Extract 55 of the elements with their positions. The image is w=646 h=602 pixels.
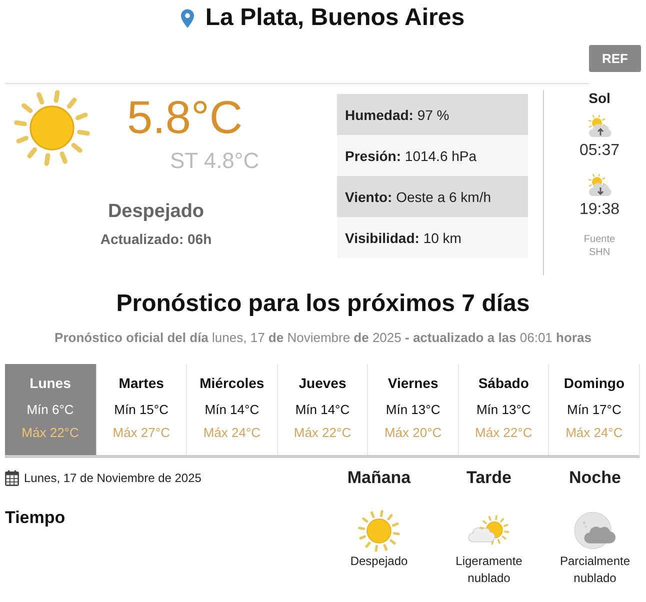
temperature: 5.8°C (127, 94, 244, 140)
sun-icon (14, 90, 90, 166)
ref-button[interactable]: REF (589, 45, 641, 72)
period-heading: Tarde (466, 467, 512, 489)
sunrise-time: 05:37 (579, 141, 620, 161)
sunset-time: 19:38 (579, 200, 620, 220)
day-name: Miércoles (200, 374, 264, 393)
row-label: Tiempo (4, 507, 66, 529)
day-tab[interactable]: Jueves Mín 14°C Máx 22°C (276, 364, 368, 455)
period-heading: Mañana (347, 467, 411, 489)
max-temperature: Máx 24°C (566, 424, 623, 442)
day-name: Jueves (298, 374, 346, 393)
sunset-icon (588, 174, 612, 198)
max-temperature: Máx 27°C (112, 424, 170, 442)
updated-text: Actualizado: 06h (100, 230, 212, 249)
date-text: Lunes, 17 de Noviembre de 2025 (24, 471, 202, 485)
max-temperature: Máx 22°C (22, 424, 79, 442)
day-tab[interactable]: Lunes Mín 6°C Máx 22°C (5, 364, 96, 455)
forecast-title: Pronóstico para los próximos 7 días (115, 289, 531, 319)
condition-text: Despejado (108, 200, 204, 224)
detail-text: Viento: Oeste a 6 km/h (345, 188, 492, 204)
day-name: Viernes (388, 374, 438, 393)
day-name: Sábado (478, 374, 529, 393)
location-title: La Plata, Buenos Aires (205, 3, 465, 33)
period-heading: Noche (569, 467, 621, 489)
sunrise-icon (588, 115, 612, 139)
max-temperature: Máx 22°C (294, 424, 352, 442)
detail-text: Visibilidad: 10 km (345, 230, 462, 246)
condition-text: Despejado (350, 553, 408, 570)
detail-text: Presión: 1014.6 hPa (345, 148, 477, 164)
source-text: Fuente SHN (582, 233, 616, 259)
detail-text: Humedad: 97 % (345, 106, 450, 122)
feels-like-temperature: ST 4.8°C (170, 150, 260, 172)
sun-title: Sol (588, 90, 610, 106)
sun-icon (358, 510, 400, 552)
min-temperature: Mín 14°C (295, 401, 350, 419)
max-temperature: Máx 20°C (384, 424, 442, 442)
day-tab[interactable]: Sábado Mín 13°C Máx 22°C (458, 364, 548, 455)
moon-cloud-icon (574, 510, 616, 552)
min-temperature: Mín 13°C (476, 401, 531, 419)
day-name: Lunes (30, 374, 71, 393)
max-temperature: Máx 22°C (475, 424, 532, 442)
min-temperature: Mín 17°C (567, 401, 622, 419)
location-pin-icon (181, 8, 194, 28)
forecast-subtitle: Pronóstico oficial del día lunes, 17 de Noviembre de 2025 - actualizado a las 06:01 horas (54, 329, 592, 347)
condition-text: Ligeramente nublado (454, 553, 524, 587)
day-name: Domingo (564, 374, 625, 393)
calendar-icon (5, 470, 19, 486)
condition-text: Parcialmente nublado (558, 553, 632, 587)
max-temperature: Máx 24°C (203, 424, 261, 442)
min-temperature: Mín 6°C (26, 401, 74, 419)
min-temperature: Mín 14°C (204, 401, 260, 419)
day-name: Martes (118, 374, 164, 393)
min-temperature: Mín 13°C (386, 401, 440, 419)
min-temperature: Mín 15°C (114, 401, 169, 419)
